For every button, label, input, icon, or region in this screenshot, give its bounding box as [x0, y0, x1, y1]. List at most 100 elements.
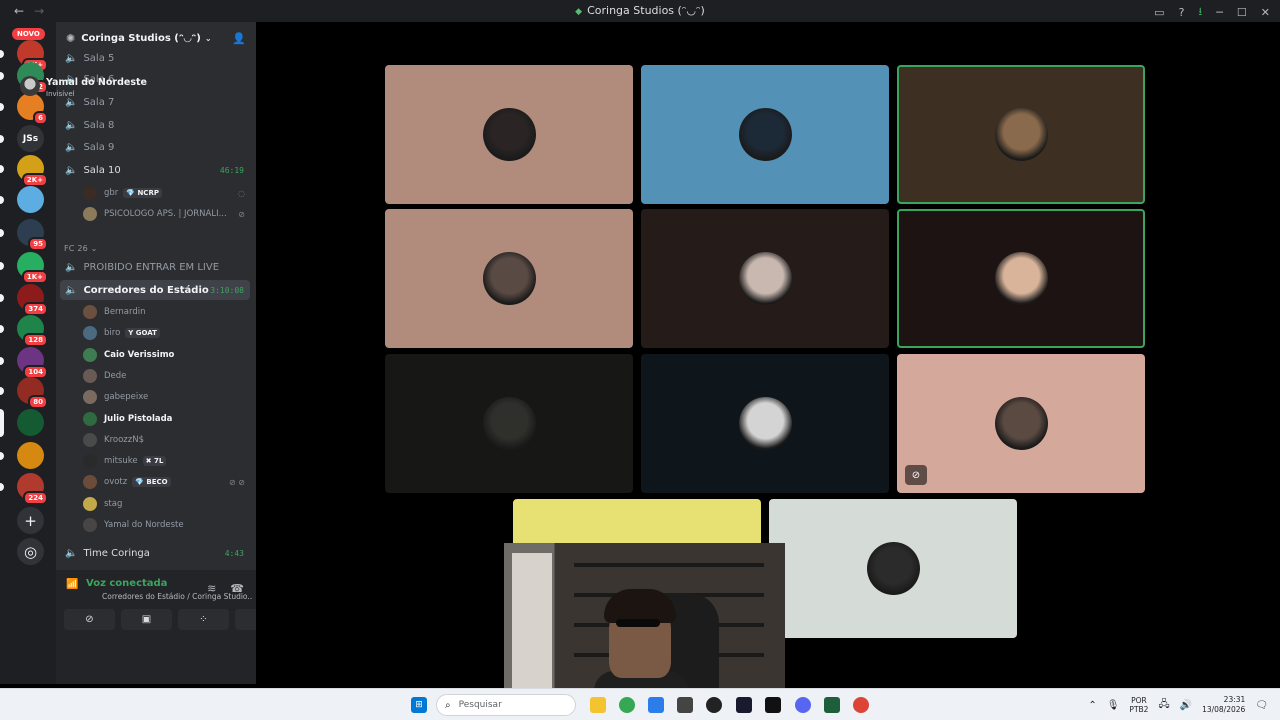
notification-icon[interactable]: 🗨 [1255, 700, 1268, 711]
member-name: KroozzN$ [104, 434, 144, 445]
clock[interactable]: 23:31 13/08/2026 [1202, 695, 1245, 715]
voice-status[interactable]: 📶 Voz conectada [66, 578, 167, 590]
chevron-up-icon[interactable]: ⌃ [1088, 700, 1096, 711]
participant-tile[interactable] [641, 354, 889, 493]
user-name[interactable]: Yamal do Nordeste [46, 77, 147, 88]
channel-time-coringa[interactable]: 🔈 Time Coringa 4:43 [60, 543, 250, 563]
server-icon[interactable]: 1K+ [17, 252, 48, 284]
voice-member[interactable]: Julio Pistolada [83, 410, 253, 428]
channel-sala-5[interactable]: 🔈 Sala 5 [60, 48, 250, 68]
voice-member[interactable]: Bernardin [83, 303, 253, 321]
help-icon[interactable]: ? [1179, 6, 1185, 19]
voice-member[interactable]: Yamal do Nordeste [83, 516, 253, 534]
language-indicator[interactable]: POR PTB2 [1129, 696, 1148, 714]
server-icon[interactable]: 6 [17, 93, 48, 125]
unread-badge: 80 [28, 395, 48, 409]
server-icon[interactable]: 95 [17, 219, 48, 251]
avatar[interactable] [20, 76, 40, 96]
voice-member[interactable]: KroozzN$ [83, 431, 253, 449]
webcam-sunglasses [616, 619, 660, 627]
novo-badge[interactable]: NOVO [12, 28, 45, 40]
server-icon[interactable] [17, 186, 44, 213]
unread-badge: 128 [23, 333, 48, 347]
add-server-button[interactable]: + [17, 507, 44, 534]
participant-avatar [994, 108, 1048, 161]
server-icon[interactable]: 128 [17, 315, 48, 347]
chrome-icon[interactable] [619, 697, 635, 713]
voice-member[interactable]: stag [83, 495, 253, 513]
add-member-icon[interactable]: 👤 [232, 32, 246, 45]
network-icon[interactable]: 🖧 [1158, 697, 1169, 714]
close-button[interactable]: ✕ [1261, 6, 1270, 19]
windows-start-icon[interactable]: ⊞ [411, 697, 427, 713]
server-pill [0, 452, 4, 460]
voice-buttons: ⊘ ▣ ⁘ ✺ [64, 609, 286, 630]
discord-icon[interactable] [795, 697, 811, 713]
taskbar-search[interactable]: ⌕ Pesquisar [436, 694, 576, 716]
participant-tile[interactable] [385, 354, 633, 493]
activities-button[interactable]: ⁘ [178, 609, 229, 630]
voice-member[interactable]: gabepeixe [83, 388, 253, 406]
member-name: stag [104, 498, 123, 509]
server-icon[interactable]: 80 [17, 377, 48, 409]
voice-member[interactable]: gbr 💎 NCRP ◌ [83, 184, 253, 202]
chrome-profile-icon[interactable] [853, 697, 869, 713]
maximize-button[interactable]: ☐ [1237, 6, 1247, 19]
volume-icon[interactable]: 🔊 [1180, 700, 1192, 711]
download-icon[interactable]: ⭳ [1198, 3, 1202, 22]
mic-tray-icon[interactable]: 🎙 [1107, 700, 1120, 711]
server-icon[interactable]: 104 [17, 347, 48, 379]
app-icon[interactable] [677, 697, 693, 713]
voice-member[interactable]: ovotz 💎 BECO ⊘ ⊘ [83, 473, 253, 491]
camera-off-button[interactable]: ⊘ [64, 609, 115, 630]
participant-tile[interactable] [641, 209, 889, 348]
channel-timer: 4:43 [224, 548, 244, 558]
excel-icon[interactable] [824, 697, 840, 713]
channel-sala-9[interactable]: 🔈 Sala 9 [60, 137, 250, 157]
participant-tile[interactable] [641, 65, 889, 204]
participant-tile[interactable]: ⊘ [897, 354, 1145, 493]
screen-share-button[interactable]: ▣ [121, 609, 172, 630]
channel-sala-10[interactable]: 🔈 Sala 10 46:19 [60, 160, 250, 180]
noise-suppression-icon[interactable]: ≋ [207, 582, 216, 595]
channel-sala-7[interactable]: 🔈 Sala 7 [60, 92, 250, 112]
signal-icon: 📶 [66, 579, 79, 590]
participant-tile[interactable] [385, 65, 633, 204]
minimize-button[interactable]: ─ [1216, 6, 1223, 19]
explore-icon[interactable]: ◎ [17, 538, 44, 565]
next-app-icon[interactable] [765, 697, 781, 713]
obs-icon[interactable] [706, 697, 722, 713]
speaker-icon: 🔈 [65, 284, 78, 296]
server-icon[interactable]: JSs [17, 125, 44, 152]
inbox-icon[interactable]: ▭ [1154, 6, 1164, 19]
server-icon[interactable]: 224 [17, 473, 48, 505]
server-icon[interactable]: 374 [17, 284, 48, 316]
voice-member[interactable]: Dede [83, 367, 253, 385]
channel-sala-8[interactable]: 🔈 Sala 8 [60, 115, 250, 135]
member-tag: ✖ 7L [142, 456, 167, 467]
unread-badge: 374 [23, 302, 48, 316]
participant-tile[interactable] [385, 209, 633, 348]
participant-tile[interactable] [769, 499, 1017, 638]
voice-member[interactable]: mitsuke ✖ 7L [83, 452, 253, 470]
disconnect-icon[interactable]: ☎ [230, 582, 244, 595]
server-icon: ✺ [66, 32, 76, 45]
arrow-app-icon[interactable] [736, 697, 752, 713]
participant-tile[interactable] [897, 209, 1145, 348]
voice-member[interactable]: PSICOLOGO APS. | JORNALI... ⊘ [83, 205, 253, 223]
member-name: gbr [104, 188, 119, 198]
store-icon[interactable] [648, 697, 664, 713]
file-explorer-icon[interactable] [590, 697, 606, 713]
server-icon[interactable] [17, 442, 44, 469]
channel-proibido[interactable]: 🔈 PROIBIDO ENTRAR EM LIVE [60, 257, 250, 277]
category-fc26[interactable]: FC 26 ⌄ [64, 244, 98, 253]
participant-tile[interactable] [897, 65, 1145, 204]
voice-member[interactable]: biro Y GOAT [83, 324, 253, 342]
voice-member[interactable]: Caio Verissimo [83, 346, 253, 364]
channel-corredores[interactable]: 🔈 Corredores do Estádio 3:10:08 [60, 280, 250, 300]
window-title: ◆ Coringa Studios (ᵔ◡ᵔ) [0, 4, 1280, 17]
server-icon[interactable] [17, 409, 44, 436]
unread-badge: 95 [28, 237, 48, 251]
member-tag: 💎 BECO [132, 477, 171, 488]
server-icon[interactable]: 2K+ [17, 155, 48, 187]
